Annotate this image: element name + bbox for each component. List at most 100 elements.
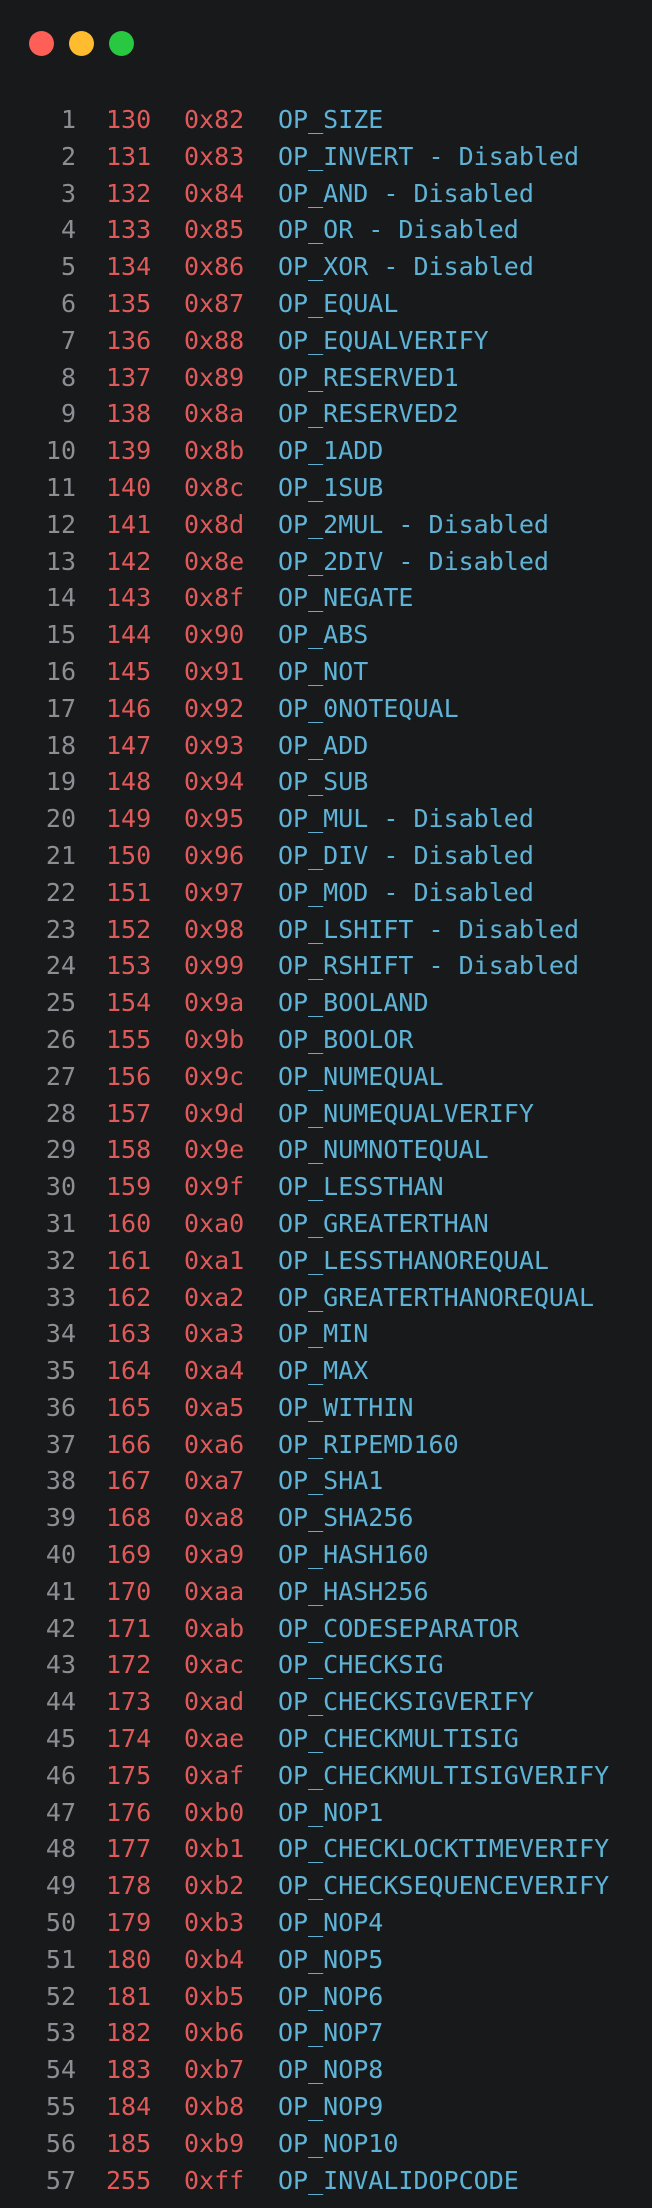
code-line: 18 147 0x93 OP_ADD (0, 728, 652, 765)
opcode-name: OP_INVALIDOPCODE (278, 2165, 519, 2195)
line-number: 37 (45, 1429, 76, 1459)
line-number: 27 (45, 1061, 76, 1091)
opcode-name: OP_WITHIN (278, 1392, 414, 1422)
opcode-decimal: 171 (106, 1613, 152, 1643)
zoom-window-button[interactable] (109, 31, 134, 56)
code-line: 7 136 0x88 OP_EQUALVERIFY (0, 323, 652, 360)
opcode-decimal: 146 (106, 693, 152, 723)
line-number: 47 (45, 1797, 76, 1827)
code-line: 51 180 0xb4 OP_NOP5 (0, 1942, 652, 1979)
line-number: 30 (45, 1172, 76, 1202)
opcode-decimal: 158 (106, 1135, 152, 1165)
line-number: 43 (45, 1650, 76, 1680)
line-number: 38 (45, 1466, 76, 1496)
opcode-name: OP_2MUL - Disabled (278, 509, 549, 539)
line-number: 39 (45, 1503, 76, 1533)
code-line: 21 150 0x96 OP_DIV - Disabled (0, 838, 652, 875)
opcode-name: OP_RIPEMD160 (278, 1429, 459, 1459)
opcode-name: OP_NOP4 (278, 1908, 384, 1938)
line-number: 53 (45, 2018, 76, 2048)
opcode-decimal: 167 (106, 1466, 152, 1496)
opcode-name: OP_MAX (278, 1356, 369, 1386)
window-titlebar (0, 0, 652, 80)
code-line: 43 172 0xac OP_CHECKSIG (0, 1647, 652, 1684)
line-number: 13 (45, 546, 76, 576)
opcode-name: OP_NEGATE (278, 583, 414, 613)
opcode-name: OP_RSHIFT - Disabled (278, 951, 580, 981)
close-window-button[interactable] (29, 31, 54, 56)
code-line: 8 137 0x89 OP_RESERVED1 (0, 360, 652, 397)
code-listing: 1 130 0x82 OP_SIZE 2 131 0x83 OP_INVERT - Disab… (0, 102, 652, 2199)
line-number: 32 (45, 1245, 76, 1275)
opcode-decimal: 185 (106, 2128, 152, 2158)
opcode-hex: 0xac (184, 1650, 245, 1680)
line-number: 51 (45, 1944, 76, 1974)
opcode-hex: 0xa3 (184, 1319, 245, 1349)
code-line: 17 146 0x92 OP_0NOTEQUAL (0, 691, 652, 728)
line-number: 44 (45, 1687, 76, 1717)
opcode-name: OP_SHA1 (278, 1466, 384, 1496)
opcode-name: OP_CHECKLOCKTIMEVERIFY (278, 1834, 610, 1864)
opcode-hex: 0x8b (184, 436, 245, 466)
line-number: 18 (45, 730, 76, 760)
line-number: 17 (45, 693, 76, 723)
line-number: 23 (45, 914, 76, 944)
code-line: 40 169 0xa9 OP_HASH160 (0, 1537, 652, 1574)
line-number: 50 (45, 1908, 76, 1938)
opcode-name: OP_NOP9 (278, 2092, 384, 2122)
opcode-decimal: 148 (106, 767, 152, 797)
minimize-window-button[interactable] (69, 31, 94, 56)
opcode-name: OP_CHECKSEQUENCEVERIFY (278, 1871, 610, 1901)
opcode-name: OP_1ADD (278, 436, 384, 466)
opcode-name: OP_LSHIFT - Disabled (278, 914, 580, 944)
opcode-name: OP_ADD (278, 730, 369, 760)
opcode-hex: 0xb1 (184, 1834, 245, 1864)
line-number: 56 (45, 2128, 76, 2158)
code-line: 30 159 0x9f OP_LESSTHAN (0, 1169, 652, 1206)
code-line: 52 181 0xb5 OP_NOP6 (0, 1979, 652, 2016)
opcode-decimal: 145 (106, 656, 152, 686)
code-line: 22 151 0x97 OP_MOD - Disabled (0, 875, 652, 912)
opcode-hex: 0x8d (184, 509, 245, 539)
opcode-decimal: 184 (106, 2092, 152, 2122)
code-line: 29 158 0x9e OP_NUMNOTEQUAL (0, 1132, 652, 1169)
opcode-hex: 0xb6 (184, 2018, 245, 2048)
opcode-name: OP_0NOTEQUAL (278, 693, 459, 723)
opcode-decimal: 152 (106, 914, 152, 944)
code-line: 15 144 0x90 OP_ABS (0, 617, 652, 654)
line-number: 46 (45, 1760, 76, 1790)
opcode-decimal: 133 (106, 215, 152, 245)
code-line: 16 145 0x91 OP_NOT (0, 654, 652, 691)
opcode-decimal: 143 (106, 583, 152, 613)
code-line: 38 167 0xa7 OP_SHA1 (0, 1463, 652, 1500)
code-line: 2 131 0x83 OP_INVERT - Disabled (0, 139, 652, 176)
opcode-hex: 0x84 (184, 178, 245, 208)
opcode-hex: 0xaa (184, 1576, 245, 1606)
code-line: 14 143 0x8f OP_NEGATE (0, 580, 652, 617)
opcode-decimal: 140 (106, 472, 152, 502)
opcode-name: OP_AND - Disabled (278, 178, 534, 208)
opcode-hex: 0xb0 (184, 1797, 245, 1827)
opcode-name: OP_2DIV - Disabled (278, 546, 549, 576)
opcode-name: OP_NOP7 (278, 2018, 384, 2048)
opcode-decimal: 159 (106, 1172, 152, 1202)
code-line: 26 155 0x9b OP_BOOLOR (0, 1022, 652, 1059)
line-number: 20 (45, 804, 76, 834)
opcode-name: OP_EQUALVERIFY (278, 325, 489, 355)
line-number: 42 (45, 1613, 76, 1643)
opcode-name: OP_SIZE (278, 105, 384, 134)
line-number: 14 (45, 583, 76, 613)
opcode-decimal: 163 (106, 1319, 152, 1349)
opcode-decimal: 132 (106, 178, 152, 208)
code-line: 48 177 0xb1 OP_CHECKLOCKTIMEVERIFY (0, 1831, 652, 1868)
opcode-decimal: 151 (106, 877, 152, 907)
opcode-decimal: 166 (106, 1429, 152, 1459)
code-line: 25 154 0x9a OP_BOOLAND (0, 985, 652, 1022)
line-number: 54 (45, 2055, 76, 2085)
line-number: 16 (45, 656, 76, 686)
opcode-name: OP_GREATERTHANOREQUAL (278, 1282, 595, 1312)
code-line: 12 141 0x8d OP_2MUL - Disabled (0, 507, 652, 544)
opcode-hex: 0x90 (184, 620, 245, 650)
opcode-name: OP_NOP1 (278, 1797, 384, 1827)
opcode-name: OP_GREATERTHAN (278, 1208, 489, 1238)
